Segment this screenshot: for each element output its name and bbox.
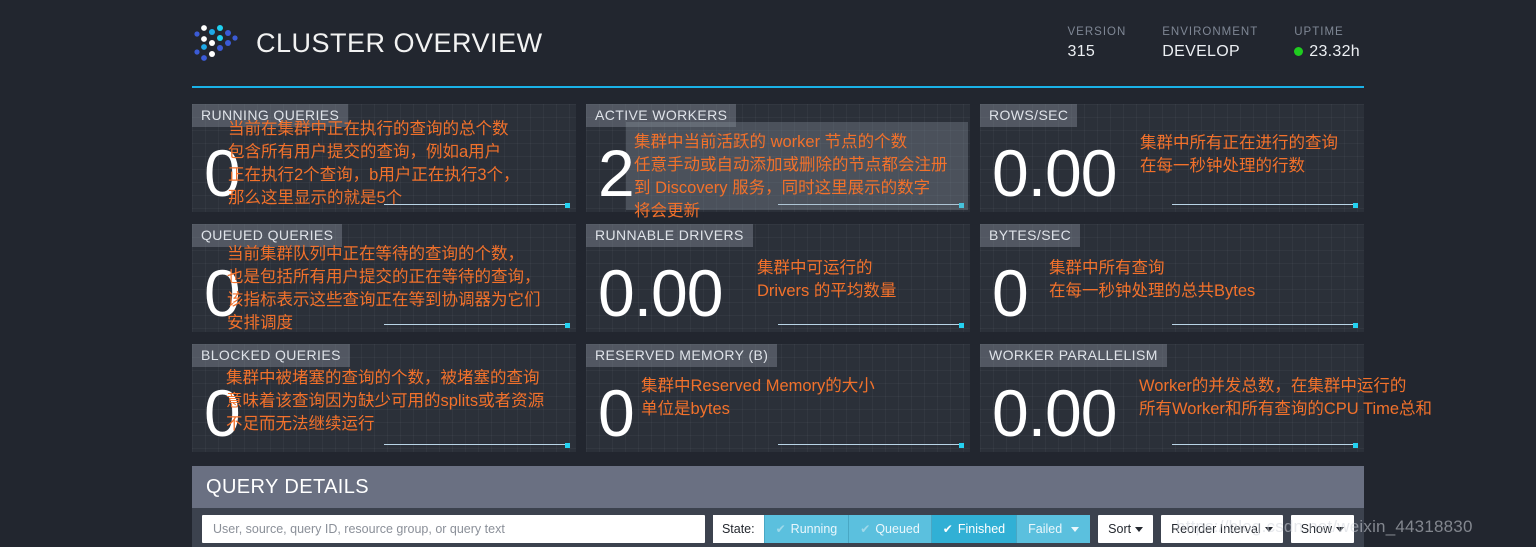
state-filter-group: State: ✔ Running ✔ Queued ✔ Finished Fai… — [712, 515, 1091, 543]
sparkline-endpoint-dot — [1353, 203, 1358, 208]
show-dropdown[interactable]: Show — [1290, 515, 1354, 543]
state-filter-queued-label: Queued — [875, 522, 920, 536]
sparkline-endpoint-dot — [565, 203, 570, 208]
state-filter-queued[interactable]: ✔ Queued — [848, 515, 931, 543]
sort-dropdown[interactable]: Sort — [1098, 515, 1154, 543]
stat-value: 0 — [598, 376, 635, 450]
brand: CLUSTER OVERVIEW — [192, 21, 543, 65]
stat-value: 0 — [992, 256, 1029, 330]
meta-environment-label: ENVIRONMENT — [1162, 25, 1259, 38]
query-details-panel: QUERY DETAILS State: ✔ Running ✔ Queued … — [192, 466, 1364, 547]
sparkline-chart — [1172, 323, 1358, 328]
stat-card-rows-sec: ROWS/SEC 0.00 — [980, 104, 1364, 212]
stat-value: 0 — [204, 376, 241, 450]
check-icon: ✔ — [775, 522, 786, 536]
reorder-interval-dropdown[interactable]: Reorder Interval — [1161, 515, 1283, 543]
stat-label: RUNNING QUERIES — [192, 104, 349, 127]
stat-label: BLOCKED QUERIES — [192, 344, 350, 367]
stat-label: ACTIVE WORKERS — [586, 104, 737, 127]
sparkline-endpoint-dot — [565, 443, 570, 448]
sparkline-endpoint-dot — [1353, 443, 1358, 448]
meta-environment-value: DEVELOP — [1162, 42, 1240, 60]
stat-value: 0 — [204, 136, 241, 210]
chevron-down-icon — [1264, 526, 1273, 532]
stat-value: 0.00 — [992, 136, 1117, 210]
stat-label: ROWS/SEC — [980, 104, 1078, 127]
sparkline-path — [778, 324, 959, 325]
sparkline-chart — [384, 323, 570, 328]
sort-dropdown-label: Sort — [1108, 522, 1132, 536]
stat-card-active-workers: ACTIVE WORKERS 2 — [586, 104, 970, 212]
status-dot-icon — [1294, 47, 1304, 56]
sparkline-path — [384, 324, 565, 325]
stat-card-running-queries: RUNNING QUERIES 0 — [192, 104, 576, 212]
state-filter-finished-label: Finished — [957, 522, 1006, 536]
chevron-down-icon — [1135, 526, 1144, 532]
meta-version-value: 315 — [1067, 42, 1096, 60]
annotation-highlight-box — [626, 122, 968, 210]
sparkline-endpoint-dot — [1353, 323, 1358, 328]
state-filter-failed[interactable]: Failed — [1016, 515, 1091, 543]
presto-dots-logo-icon — [194, 25, 238, 61]
sparkline-chart — [778, 443, 964, 448]
sparkline-path — [1172, 444, 1353, 445]
sparkline-chart — [1172, 203, 1358, 208]
sparkline-path — [1172, 324, 1353, 325]
meta-environment: ENVIRONMENT DEVELOP — [1162, 26, 1258, 61]
meta-version-label: VERSION — [1067, 25, 1127, 38]
stat-grid: RUNNING QUERIES 0 ACTIVE WORKERS 2 ROWS/… — [192, 104, 1364, 452]
stat-value: 0.00 — [992, 376, 1117, 450]
state-filter-label: State: — [712, 515, 764, 543]
meta-uptime-value: 23.32h — [1309, 42, 1360, 60]
sparkline-chart — [778, 323, 964, 328]
chevron-down-icon — [1336, 526, 1344, 532]
sparkline-chart — [384, 203, 570, 208]
page-root: CLUSTER OVERVIEW VERSION 315 ENVIRONMENT… — [0, 0, 1536, 547]
chevron-down-icon — [1071, 526, 1080, 532]
stat-value: 2 — [598, 136, 635, 210]
state-filter-running[interactable]: ✔ Running — [763, 515, 849, 543]
sparkline-endpoint-dot — [959, 443, 964, 448]
stat-card-queued-queries: QUEUED QUERIES 0 — [192, 224, 576, 332]
meta-uptime-value-wrap: 23.32h — [1294, 43, 1360, 61]
app-header: CLUSTER OVERVIEW VERSION 315 ENVIRONMENT… — [192, 0, 1364, 88]
meta-version: VERSION 315 — [1068, 26, 1127, 61]
check-icon: ✔ — [942, 522, 953, 536]
stat-label: WORKER PARALLELISM — [980, 344, 1167, 367]
state-filter-finished[interactable]: ✔ Finished — [930, 515, 1017, 543]
sparkline-chart — [384, 443, 570, 448]
sparkline-path — [778, 444, 959, 445]
stat-card-runnable-drivers: RUNNABLE DRIVERS 0.00 — [586, 224, 970, 332]
sparkline-endpoint-dot — [959, 323, 964, 328]
sparkline-chart — [1172, 443, 1358, 448]
meta-uptime: UPTIME 23.32h — [1294, 26, 1360, 61]
stat-value: 0 — [204, 256, 241, 330]
state-filter-failed-label: Failed — [1028, 522, 1063, 536]
search-input[interactable] — [202, 515, 705, 543]
query-details-controls: State: ✔ Running ✔ Queued ✔ Finished Fai… — [192, 508, 1364, 543]
sparkline-path — [384, 444, 565, 445]
meta-uptime-label: UPTIME — [1294, 25, 1344, 38]
page-title: CLUSTER OVERVIEW — [256, 27, 543, 58]
stat-card-worker-parallelism: WORKER PARALLELISM 0.00 — [980, 344, 1364, 452]
reorder-interval-dropdown-label: Reorder Interval — [1171, 522, 1261, 536]
header-meta: VERSION 315 ENVIRONMENT DEVELOP UPTIME 2… — [1068, 26, 1365, 61]
stat-label: RESERVED MEMORY (B) — [586, 344, 778, 367]
stat-label: QUEUED QUERIES — [192, 224, 343, 247]
query-details-title: QUERY DETAILS — [206, 475, 370, 498]
stat-card-bytes-sec: BYTES/SEC 0 — [980, 224, 1364, 332]
stat-label: RUNNABLE DRIVERS — [586, 224, 753, 247]
show-dropdown-label: Show — [1300, 522, 1332, 536]
sparkline-path — [1172, 204, 1353, 205]
sparkline-path — [384, 204, 565, 205]
check-icon: ✔ — [860, 522, 871, 536]
query-details-header: QUERY DETAILS — [192, 466, 1364, 508]
state-filter-running-label: Running — [790, 522, 838, 536]
stat-label: BYTES/SEC — [980, 224, 1081, 247]
stat-card-blocked-queries: BLOCKED QUERIES 0 — [192, 344, 576, 452]
stat-card-reserved-memory: RESERVED MEMORY (B) 0 — [586, 344, 970, 452]
sparkline-endpoint-dot — [565, 323, 570, 328]
stat-value: 0.00 — [598, 256, 723, 330]
